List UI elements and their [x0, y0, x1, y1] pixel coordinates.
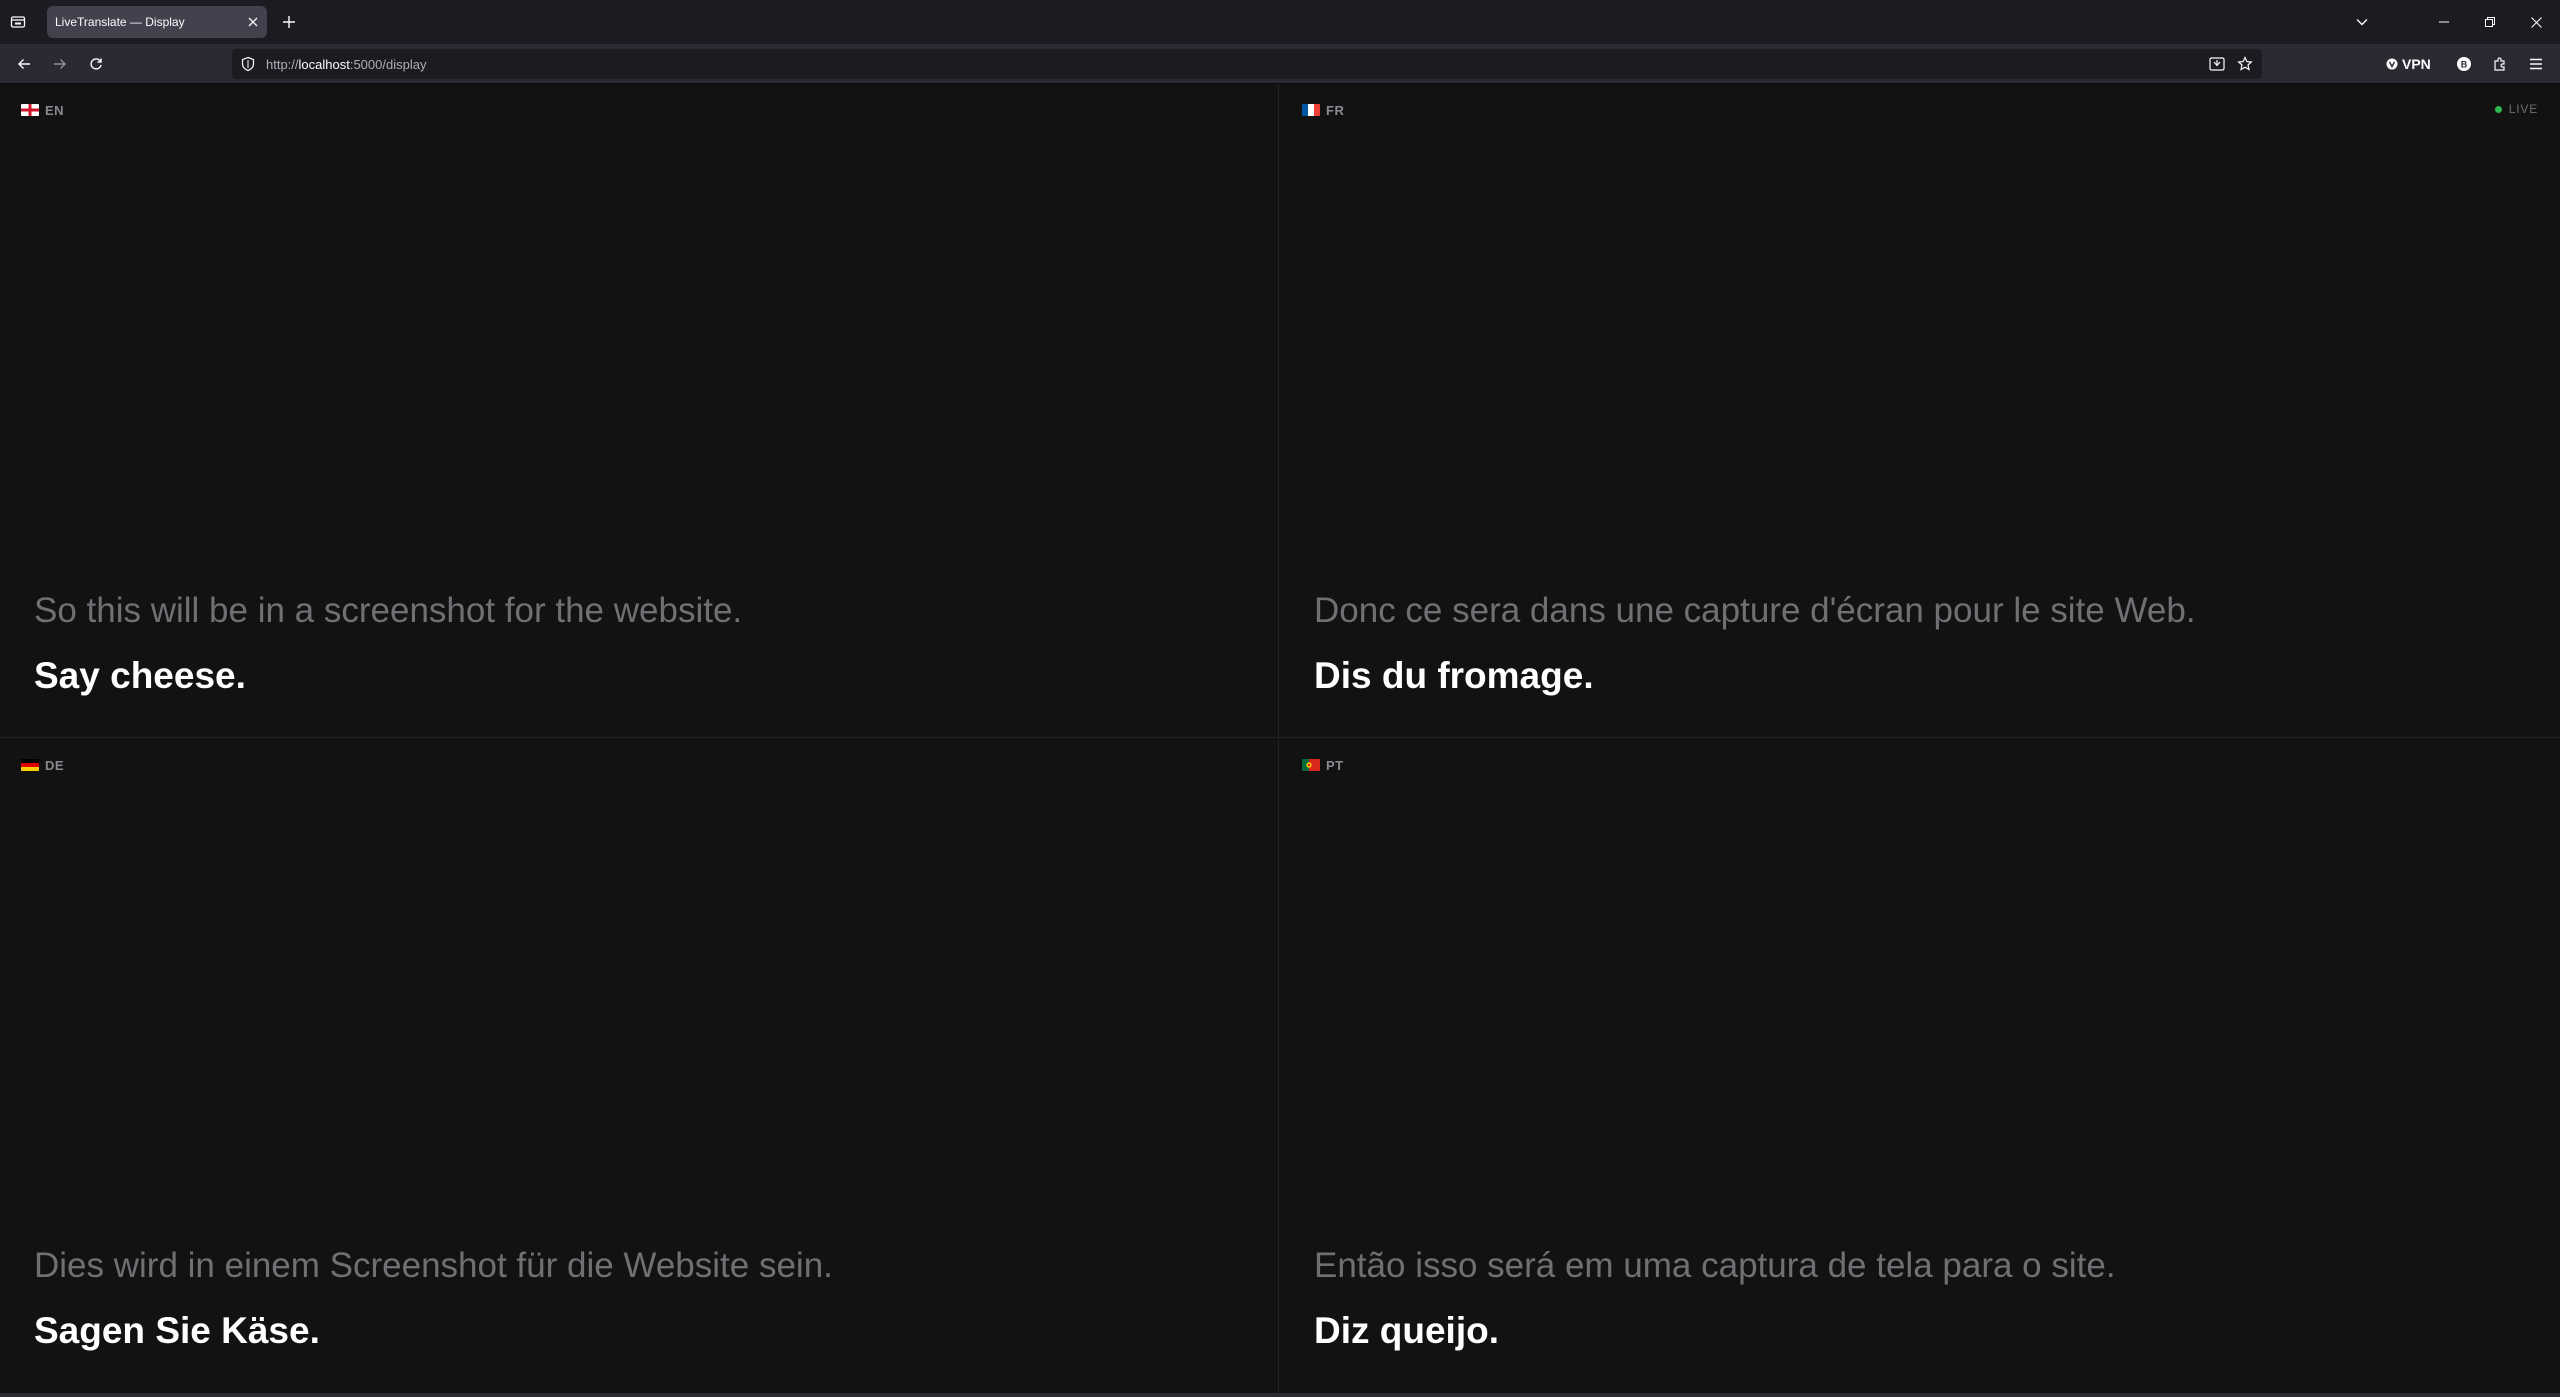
previous-caption: Então isso será em uma captura de tela p…	[1314, 1246, 2116, 1285]
current-caption: Dis du fromage.	[1314, 655, 1594, 696]
panel-en: EN So this will be in a screenshot for t…	[0, 84, 1279, 738]
current-caption: Diz queijo.	[1314, 1310, 1499, 1351]
tracking-protection-icon[interactable]	[240, 56, 256, 72]
list-all-tabs-icon[interactable]	[2350, 10, 2374, 34]
svg-text:B: B	[2461, 60, 2468, 70]
display-page: EN So this will be in a screenshot for t…	[0, 84, 2560, 1397]
previous-caption: Dies wird in einem Screenshot für die We…	[34, 1246, 833, 1285]
vpn-label: VPN	[2402, 56, 2431, 72]
language-code: FR	[1326, 102, 1345, 118]
panel-de: DE Dies wird in einem Screenshot für die…	[0, 739, 1279, 1393]
browser-tab-active[interactable]: LiveTranslate — Display	[47, 6, 267, 38]
window-bottom-edge	[0, 1393, 2560, 1397]
browser-tab-bar: LiveTranslate — Display	[0, 0, 2560, 44]
language-code: PT	[1326, 757, 1344, 773]
address-bar[interactable]: http://localhost:5000/display	[232, 49, 2262, 79]
vpn-button[interactable]: VPN	[2386, 53, 2431, 75]
account-icon[interactable]: B	[2452, 52, 2476, 76]
menu-icon[interactable]	[2524, 52, 2548, 76]
live-label: LIVE	[2508, 102, 2538, 116]
vpn-icon	[2386, 58, 2398, 70]
url-host: localhost	[298, 57, 350, 72]
tab-title: LiveTranslate — Display	[55, 15, 185, 29]
language-code: EN	[45, 102, 65, 118]
back-icon[interactable]	[12, 52, 36, 76]
live-dot-icon	[2494, 105, 2502, 113]
language-tag: PT	[1302, 757, 1344, 773]
browser-nav-bar: http://localhost:5000/display VPN B	[0, 44, 2560, 84]
firefox-view-icon[interactable]	[8, 12, 28, 32]
france-flag-icon	[1302, 104, 1320, 116]
restore-icon[interactable]	[2478, 10, 2502, 34]
language-tag: EN	[21, 102, 64, 118]
new-tab-icon[interactable]	[279, 12, 299, 32]
current-caption: Say cheese.	[34, 655, 246, 696]
close-window-icon[interactable]	[2524, 10, 2548, 34]
previous-caption: So this will be in a screenshot for the …	[34, 591, 743, 630]
panel-pt: PT Então isso será em uma captura de tel…	[1279, 739, 2560, 1393]
portugal-flag-icon	[1302, 759, 1320, 771]
language-code: DE	[45, 757, 65, 773]
url-path: :5000/display	[349, 57, 427, 72]
minimize-icon[interactable]	[2432, 10, 2456, 34]
language-tag: FR	[1302, 102, 1344, 118]
previous-caption: Donc ce sera dans une capture d'écran po…	[1314, 591, 2196, 630]
england-flag-icon	[21, 104, 39, 116]
save-to-pocket-icon[interactable]	[2208, 55, 2226, 73]
reload-icon[interactable]	[84, 52, 108, 76]
live-indicator: LIVE	[2494, 102, 2538, 116]
panel-fr: FR LIVE Donc ce sera dans une capture d'…	[1279, 84, 2560, 738]
forward-icon[interactable]	[48, 52, 72, 76]
bookmark-star-icon[interactable]	[2236, 55, 2254, 73]
language-tag: DE	[21, 757, 64, 773]
url-scheme: http://	[266, 57, 299, 72]
germany-flag-icon	[21, 759, 39, 771]
current-caption: Sagen Sie Käse.	[34, 1310, 320, 1351]
close-tab-icon[interactable]	[245, 14, 261, 30]
url-text[interactable]: http://localhost:5000/display	[266, 57, 426, 72]
extensions-icon[interactable]	[2488, 52, 2512, 76]
